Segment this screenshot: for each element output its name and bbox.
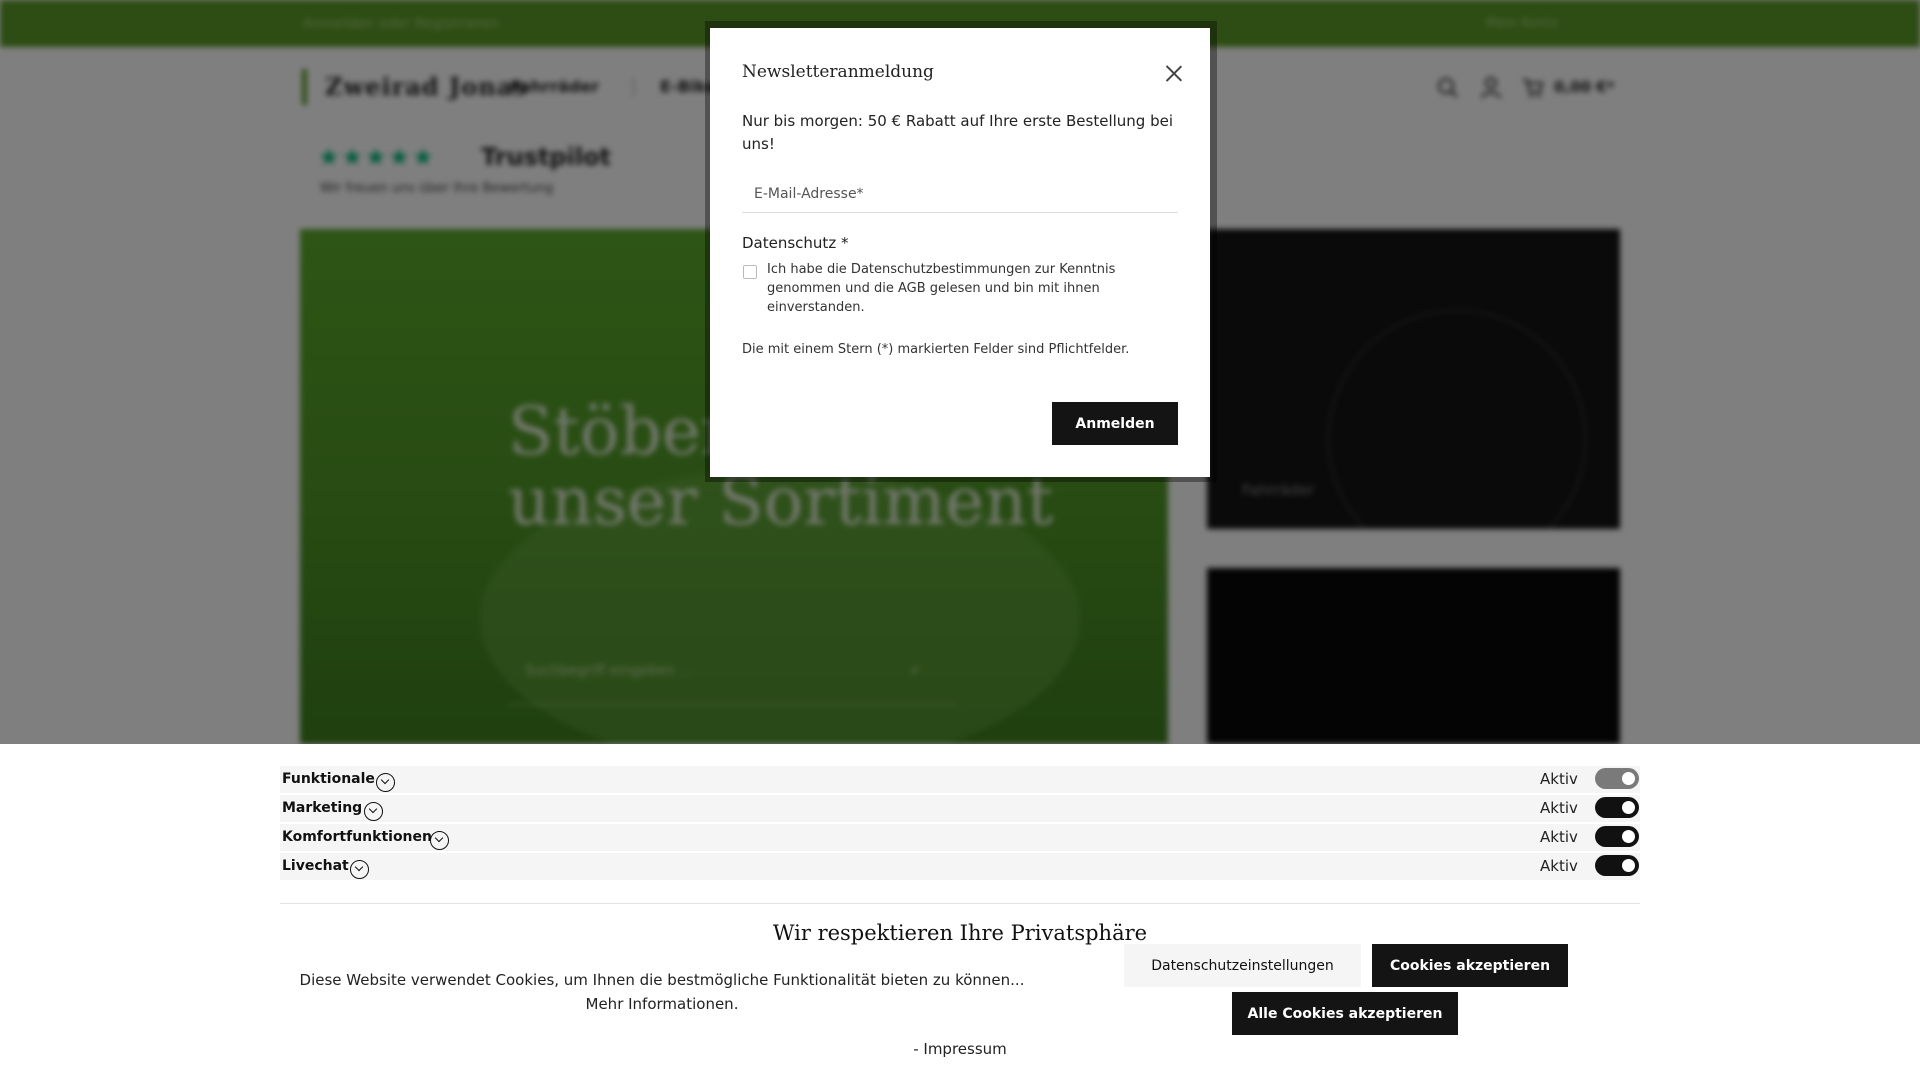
cookie-category-label: Komfortfunktionen [282,829,432,845]
cookie-description-text: Diese Website verwendet Cookies, um Ihne… [299,971,1025,989]
cookie-category-status: Aktiv [1540,799,1578,817]
cookie-category-label: Livechat [282,858,349,874]
chevron-down-icon[interactable] [376,773,395,792]
accept-cookies-button[interactable]: Cookies akzeptieren [1372,944,1568,987]
cookie-toggle-marketing[interactable] [1595,797,1639,818]
cookie-category-status: Aktiv [1540,857,1578,875]
cookie-toggle-livechat[interactable] [1595,855,1639,876]
chevron-down-icon[interactable] [364,802,383,821]
chevron-down-icon[interactable] [430,831,449,850]
privacy-consent-text[interactable]: Ich habe die Datenschutzbestimmungen zur… [767,260,1147,317]
cookie-toggle-functional[interactable] [1595,768,1639,789]
email-field[interactable] [742,176,1178,213]
cookie-title: Wir respektieren Ihre Privatsphäre [772,921,1148,945]
cookie-category-comfort: Komfortfunktionen Aktiv [280,824,1640,851]
cookie-category-label: Funktionale [282,771,375,787]
cookie-description: Diese Website verwendet Cookies, um Ihne… [262,968,1062,1016]
impressum-link[interactable]: - Impressum [0,1040,1920,1058]
cookie-banner: Funktionale Aktiv Marketing Aktiv Komfor… [0,744,1920,1080]
newsletter-modal: Newsletteranmeldung Nur bis morgen: 50 €… [710,28,1210,477]
cookie-category-status: Aktiv [1540,828,1578,846]
close-icon[interactable] [1161,60,1187,86]
more-info-link[interactable]: Mehr Informationen. [586,995,739,1013]
privacy-label: Datenschutz * [742,234,849,252]
cookie-category-status: Aktiv [1540,770,1578,788]
required-fields-note: Die mit einem Stern (*) markierten Felde… [742,342,1130,357]
cookie-divider [280,903,1640,904]
modal-title: Newsletteranmeldung [742,62,934,82]
accept-all-cookies-button[interactable]: Alle Cookies akzeptieren [1232,992,1458,1035]
newsletter-offer-text: Nur bis morgen: 50 € Rabatt auf Ihre ers… [742,112,1174,153]
chevron-down-icon[interactable] [350,860,369,879]
cookie-category-functional: Funktionale Aktiv [280,766,1640,793]
cookie-category-marketing: Marketing Aktiv [280,795,1640,822]
privacy-checkbox[interactable] [743,265,757,279]
cookie-category-label: Marketing [282,800,363,816]
cookie-category-livechat: Livechat Aktiv [280,853,1640,880]
cookie-toggle-comfort[interactable] [1595,826,1639,847]
privacy-settings-button[interactable]: Datenschutzeinstellungen [1124,944,1361,987]
subscribe-button[interactable]: Anmelden [1052,402,1178,445]
